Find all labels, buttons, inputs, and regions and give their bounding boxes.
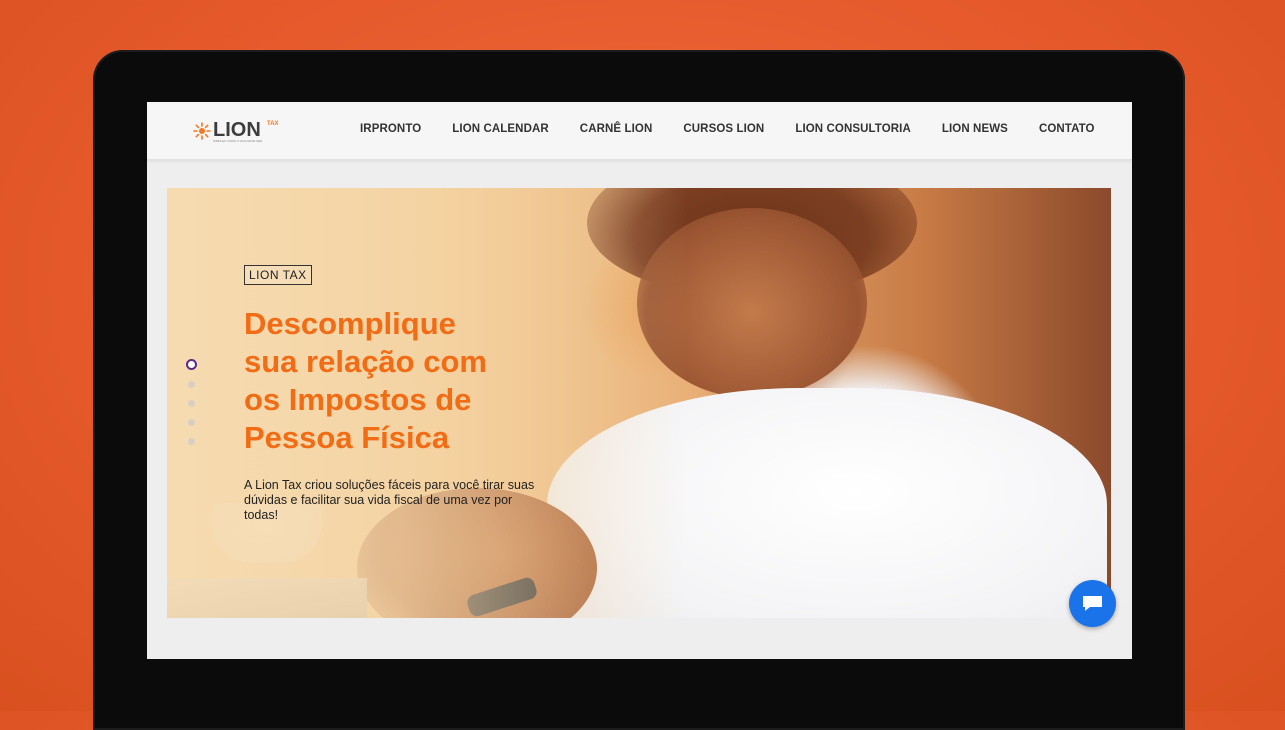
slider-dot-4[interactable] [188, 419, 195, 426]
sun-logo-icon [193, 122, 211, 140]
lion-tax-logo[interactable]: LION TAX SIMPLES COMO A VIDA DEVE SER [193, 118, 293, 144]
logo-superscript: TAX [267, 121, 279, 127]
nav-item-irpronto[interactable]: IRPRONTO [360, 123, 421, 135]
hero-description: A Lion Tax criou soluções fáceis para vo… [244, 478, 535, 522]
hero-banner: LION TAX Descomplique sua relação com os… [167, 188, 1111, 618]
main-nav: IRPRONTO LION CALENDAR CARNÊ LION CURSOS… [360, 123, 1126, 135]
hero-title-line: Pessoa Física [244, 420, 450, 455]
hero-title-line: os Impostos de [244, 382, 472, 417]
slider-pagination [186, 359, 198, 449]
nav-item-contato[interactable]: CONTATO [1039, 123, 1095, 135]
slider-dot-2[interactable] [188, 381, 195, 388]
chat-button[interactable] [1069, 580, 1116, 627]
nav-item-lion-news[interactable]: LION NEWS [942, 123, 1008, 135]
slider-dot-5[interactable] [188, 438, 195, 445]
website-screen: LION TAX SIMPLES COMO A VIDA DEVE SER IR… [147, 102, 1132, 659]
slider-dot-3[interactable] [188, 400, 195, 407]
hero-title-line: sua relação com [244, 344, 487, 379]
nav-item-carne-lion[interactable]: CARNÊ LION [580, 123, 653, 135]
chat-bubble-icon [1083, 596, 1102, 611]
nav-item-lion-consultoria[interactable]: LION CONSULTORIA [795, 123, 911, 135]
logo-tagline: SIMPLES COMO A VIDA DEVE SER [213, 139, 263, 143]
hero-title-line: Descomplique [244, 306, 456, 341]
slider-dot-1[interactable] [186, 359, 197, 370]
navbar: LION TAX SIMPLES COMO A VIDA DEVE SER IR… [147, 102, 1132, 160]
nav-item-cursos-lion[interactable]: CURSOS LION [683, 123, 764, 135]
nav-item-lion-calendar[interactable]: LION CALENDAR [452, 123, 549, 135]
hero-title: Descomplique sua relação com os Impostos… [244, 305, 554, 457]
hero-tag: LION TAX [244, 265, 312, 285]
